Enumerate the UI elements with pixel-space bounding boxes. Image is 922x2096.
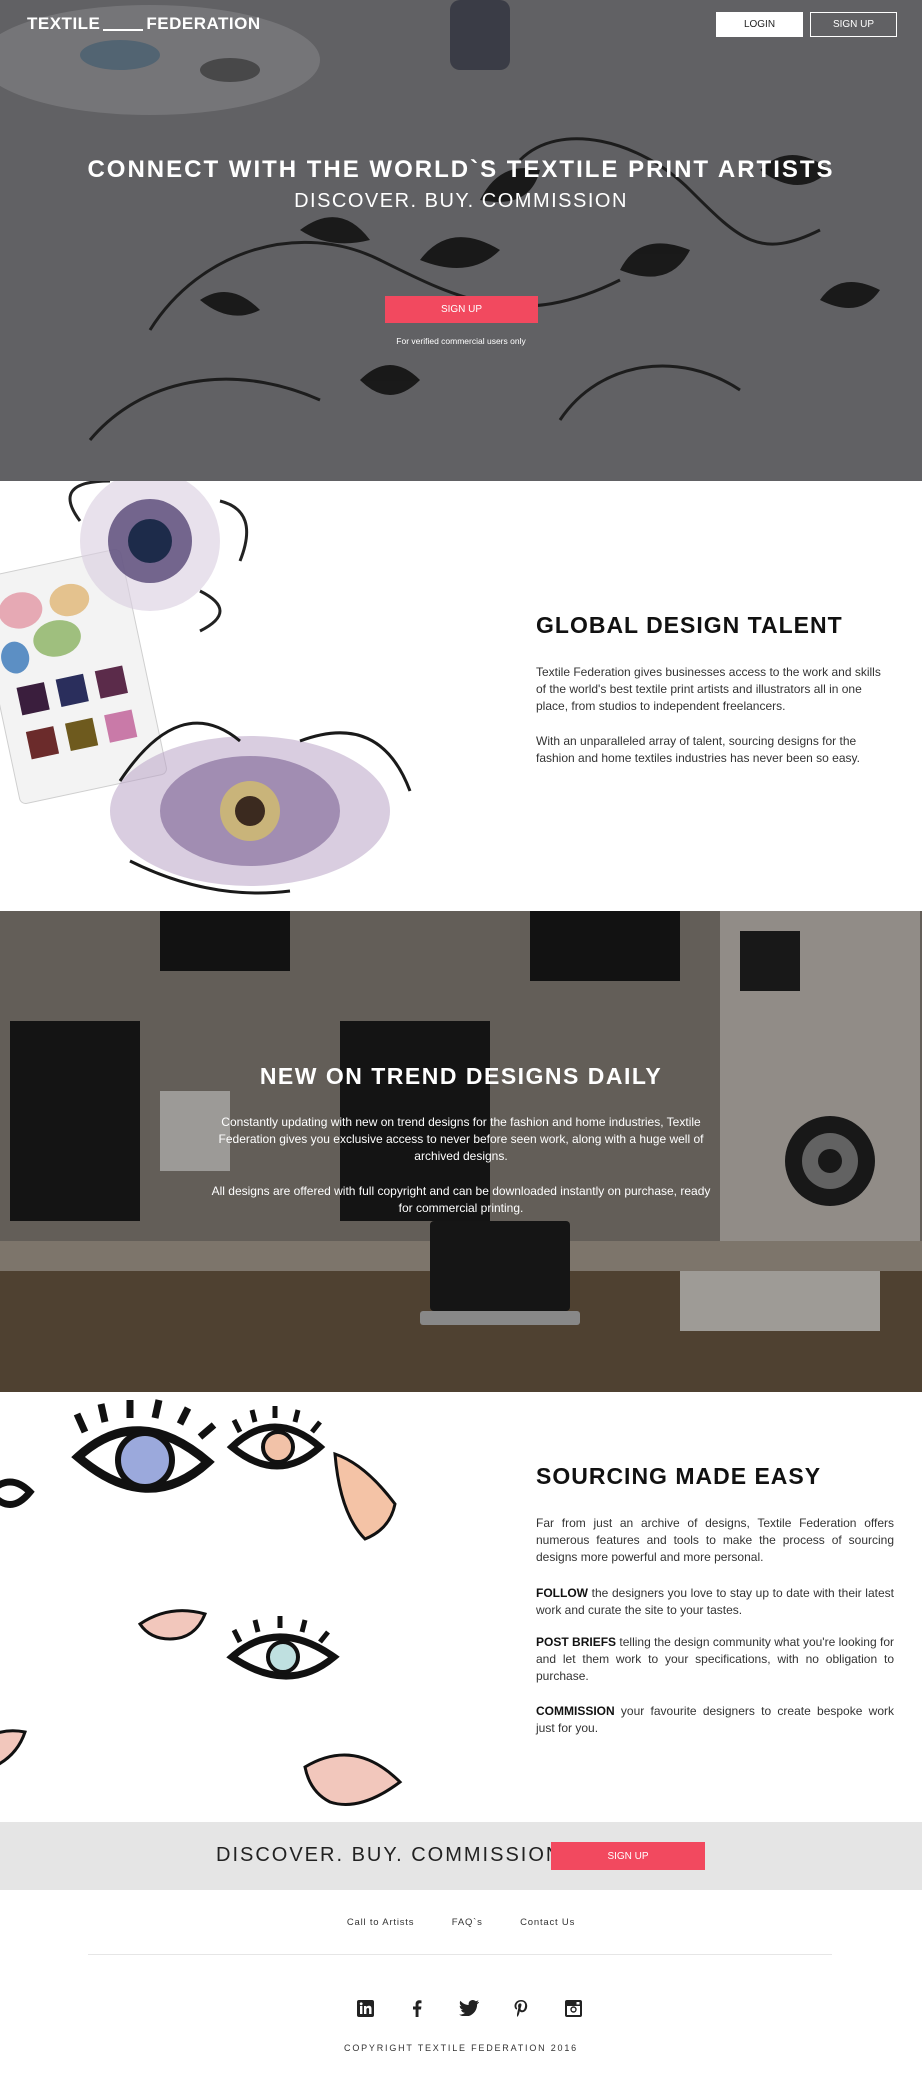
trend-section: NEW ON TREND DESIGNS DAILY Constantly up… — [0, 911, 922, 1392]
cta-band-signup-button[interactable]: SIGN UP — [551, 1842, 705, 1870]
sourcing-briefs: POST BRIEFS telling the design community… — [536, 1634, 894, 1685]
eyes-and-lips-illustration — [0, 1399, 403, 1806]
sourcing-title: SOURCING MADE EASY — [536, 1463, 822, 1489]
footer-link-faqs[interactable]: FAQ`s — [452, 1917, 483, 1928]
trend-paragraph-1: Constantly updating with new on trend de… — [218, 1115, 704, 1163]
hero-section: TEXTILE FEDERATION LOGIN SIGN UP CONNECT… — [0, 0, 922, 481]
follow-label: FOLLOW — [536, 1586, 588, 1600]
cta-band-text: DISCOVER. BUY. COMMISSION — [216, 1844, 563, 1866]
twitter-icon[interactable] — [453, 1998, 485, 2018]
global-talent-title: GLOBAL DESIGN TALENT — [536, 612, 843, 638]
site-logo[interactable]: TEXTILE FEDERATION — [27, 14, 261, 34]
login-button[interactable]: LOGIN — [716, 12, 803, 37]
sourcing-follow: FOLLOW the designers you love to stay up… — [536, 1585, 894, 1619]
hero-background-image — [0, 0, 922, 481]
hero-title: CONNECT WITH THE WORLD`S TEXTILE PRINT A… — [87, 156, 835, 183]
footer-link-contact-us[interactable]: Contact Us — [520, 1917, 575, 1928]
instagram-icon[interactable] — [557, 1998, 589, 2018]
footer-links: Call to Artists FAQ`s Contact Us — [0, 1917, 922, 1928]
copyright-text: COPYRIGHT TEXTILE FEDERATION 2016 — [344, 2043, 578, 2053]
follow-text: the designers you love to stay up to dat… — [536, 1586, 894, 1617]
commission-label: COMMISSION — [536, 1704, 615, 1718]
linkedin-icon[interactable] — [349, 1998, 381, 2018]
sourcing-intro: Far from just an archive of designs, Tex… — [536, 1516, 894, 1564]
trend-paragraph-2: All designs are offered with full copyri… — [211, 1184, 711, 1215]
sourcing-section: SOURCING MADE EASY Far from just an arch… — [0, 1392, 922, 1822]
hero-note: For verified commercial users only — [396, 336, 526, 346]
facebook-icon[interactable] — [401, 1998, 433, 2018]
logo-text-right: FEDERATION — [146, 14, 261, 33]
trend-title: NEW ON TREND DESIGNS DAILY — [259, 1063, 663, 1089]
watercolor-flowers-image — [0, 481, 412, 895]
briefs-label: POST BRIEFS — [536, 1635, 617, 1649]
footer-link-call-to-artists[interactable]: Call to Artists — [347, 1917, 414, 1928]
cta-band: DISCOVER. BUY. COMMISSION SIGN UP — [0, 1822, 922, 1890]
social-icons — [349, 1998, 589, 2018]
eye-illustration-large — [71, 1399, 217, 1493]
header-signup-button[interactable]: SIGN UP — [810, 12, 897, 37]
sourcing-commission: COMMISSION your favourite designers to c… — [536, 1703, 894, 1737]
global-talent-section: GLOBAL DESIGN TALENT Textile Federation … — [0, 481, 922, 911]
pinterest-icon[interactable] — [505, 1998, 537, 2018]
hero-subtitle: DISCOVER. BUY. COMMISSION — [294, 190, 628, 212]
logo-divider — [103, 29, 144, 31]
hero-signup-button[interactable]: SIGN UP — [385, 296, 538, 323]
logo-text-left: TEXTILE — [27, 14, 101, 33]
footer-divider — [88, 1954, 832, 1955]
global-talent-paragraph-2: With an unparalleled array of talent, so… — [536, 734, 860, 765]
global-talent-paragraph-1: Textile Federation gives businesses acce… — [536, 665, 881, 713]
